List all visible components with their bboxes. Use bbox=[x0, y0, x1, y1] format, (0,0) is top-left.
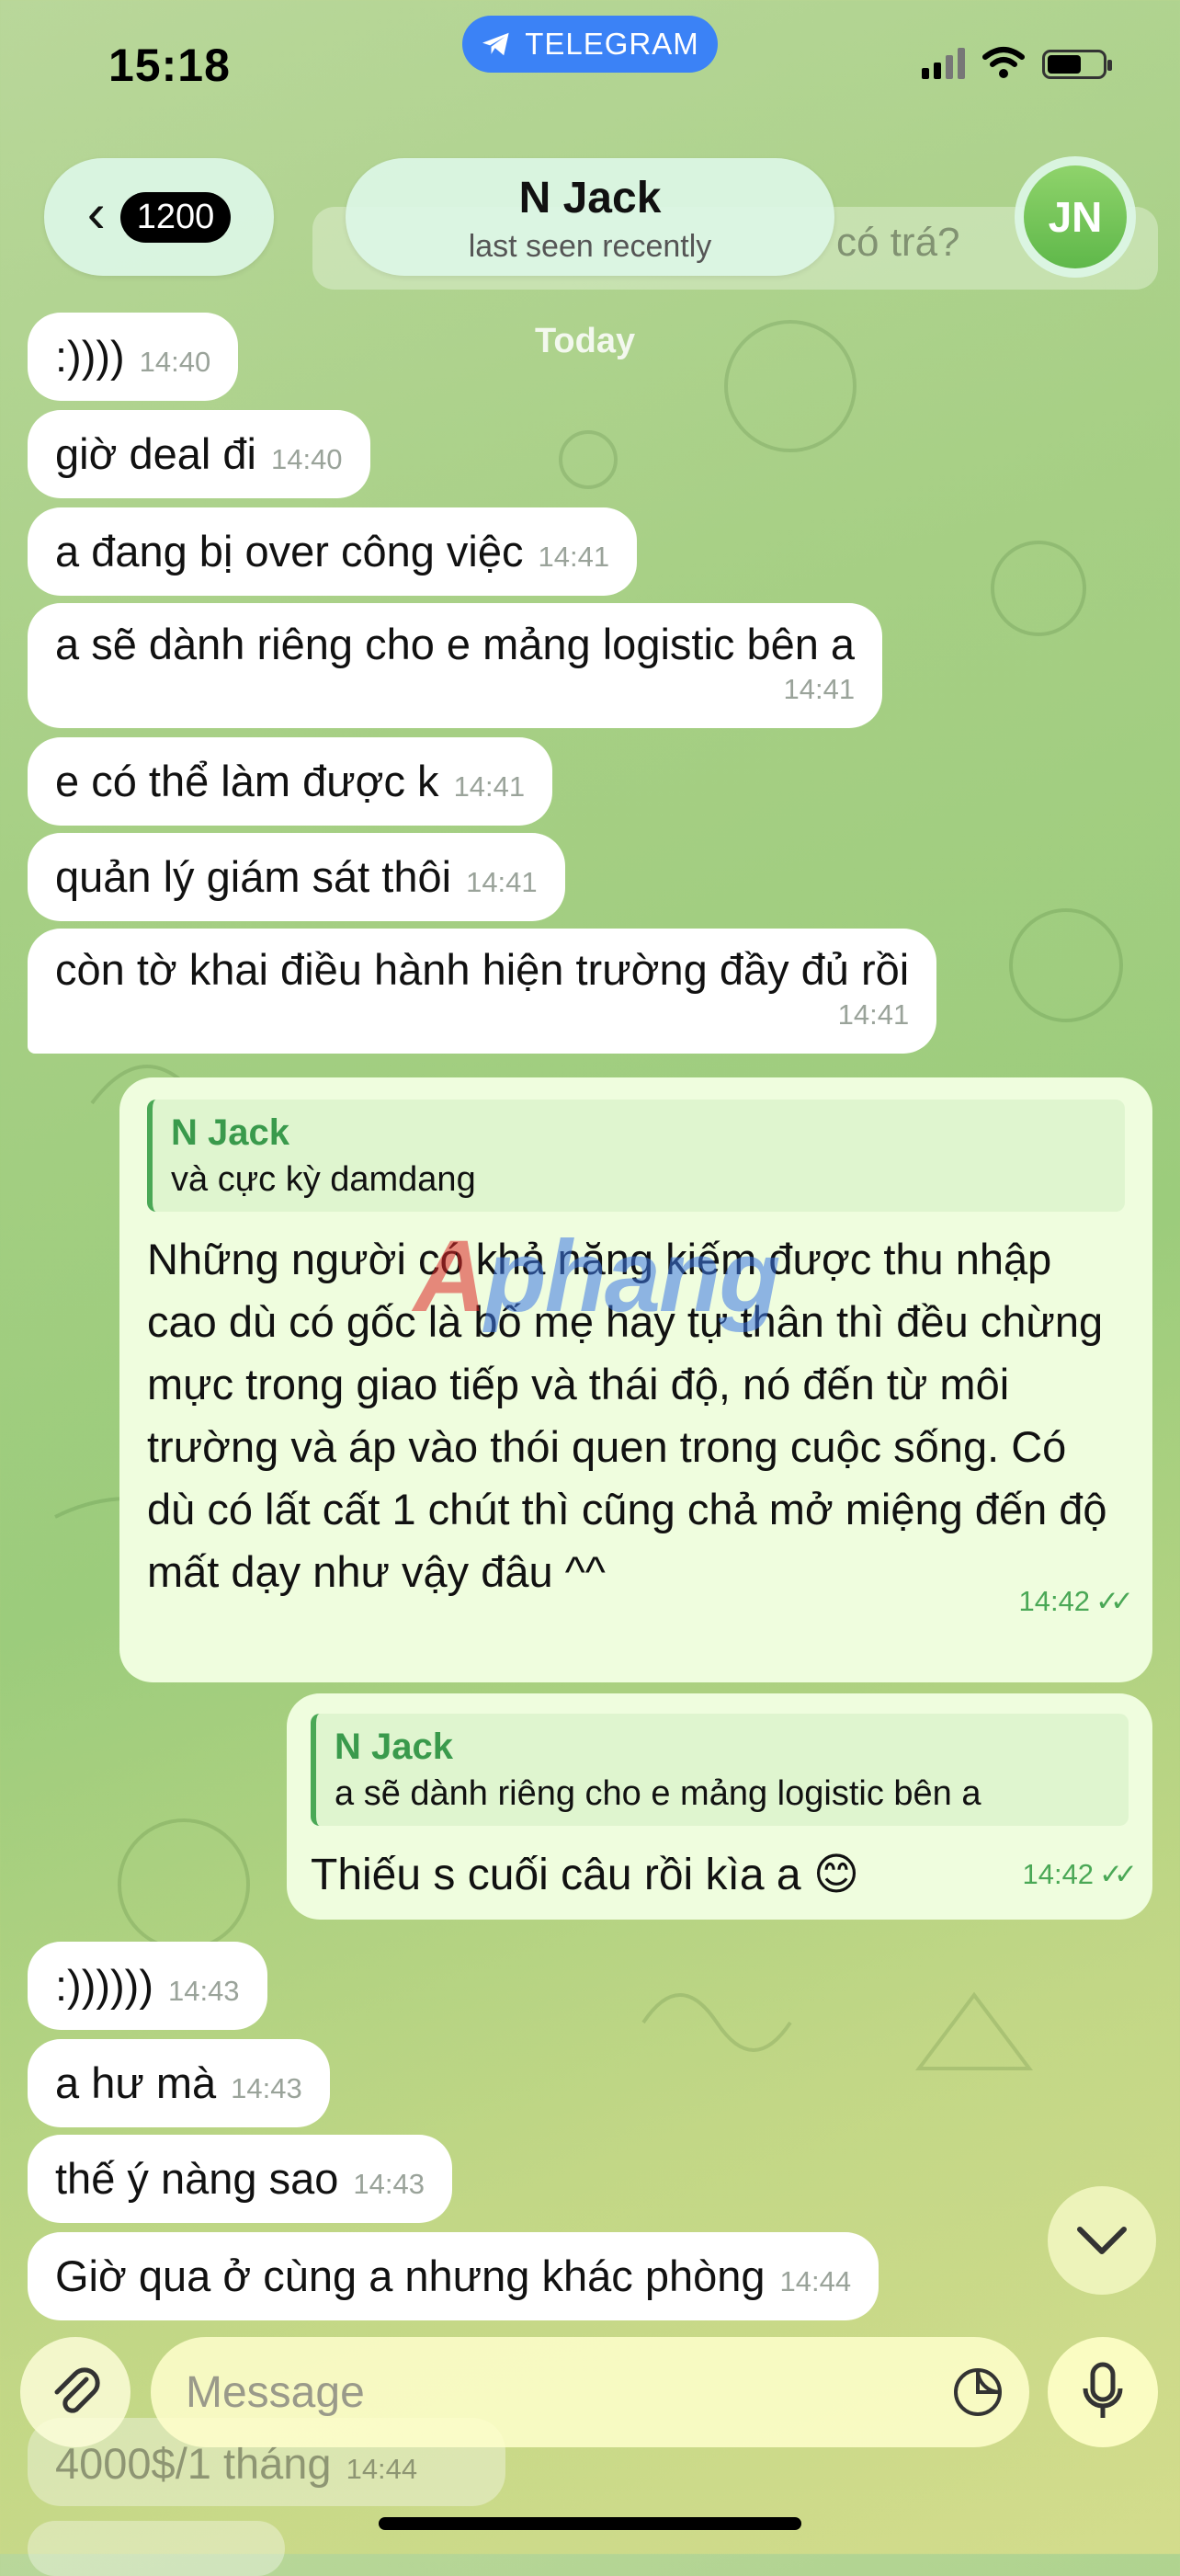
message-input[interactable] bbox=[184, 2365, 904, 2419]
message-bubble-out[interactable]: N Jack a sẽ dành riêng cho e mảng logist… bbox=[287, 1693, 1152, 1920]
message-text: Giờ qua ở cùng a nhưng khác phòng bbox=[55, 2251, 766, 2300]
wifi-icon bbox=[982, 47, 1025, 78]
reply-quote[interactable]: N Jack và cực kỳ damdang bbox=[147, 1100, 1125, 1212]
contact-status: last seen recently bbox=[468, 229, 712, 264]
status-time: 15:18 bbox=[108, 40, 231, 91]
message-bubble-in[interactable]: thế ý nàng sao 14:43 bbox=[28, 2135, 452, 2223]
home-indicator[interactable] bbox=[379, 2517, 801, 2530]
double-check-icon: ✓✓ bbox=[1099, 1858, 1138, 1890]
message-bubble-in[interactable]: a sẽ dành riêng cho e mảng logistic bên … bbox=[28, 603, 883, 728]
message-input-field[interactable] bbox=[151, 2337, 1029, 2447]
message-time: 14:41 bbox=[783, 673, 856, 705]
message-composer bbox=[0, 2317, 1180, 2455]
cellular-signal-icon bbox=[922, 48, 965, 79]
contact-avatar-button[interactable]: JN bbox=[1015, 156, 1136, 278]
message-text: giờ deal đi bbox=[55, 429, 256, 478]
message-text: a đang bị over công việc bbox=[55, 527, 524, 576]
contact-name: N Jack bbox=[518, 174, 662, 222]
double-check-icon: ✓✓ bbox=[1095, 1585, 1134, 1617]
message-text: Thiếu s cuối câu rồi kìa a 😊 bbox=[311, 1851, 859, 1899]
message-bubble-in[interactable]: e có thể làm được k 14:41 bbox=[28, 737, 553, 826]
back-button[interactable]: ‹ 1200 bbox=[44, 158, 274, 276]
reply-author: N Jack bbox=[171, 1112, 289, 1153]
sticker-icon[interactable] bbox=[952, 2366, 1004, 2418]
message-bubble-in[interactable]: còn tờ khai điều hành hiện trường đầy đủ… bbox=[28, 929, 937, 1054]
message-time: 14:41 bbox=[453, 770, 526, 803]
chevron-down-icon bbox=[1077, 2227, 1127, 2254]
message-bubble-in[interactable]: a hư mà 14:43 bbox=[28, 2039, 330, 2127]
message-text: a sẽ dành riêng cho e mảng logistic bên … bbox=[55, 620, 856, 668]
scroll-to-bottom-button[interactable] bbox=[1048, 2186, 1156, 2295]
attach-button[interactable] bbox=[20, 2337, 130, 2447]
reply-text: và cực kỳ damdang bbox=[171, 1160, 476, 1199]
message-text: quản lý giám sát thôi bbox=[55, 852, 452, 901]
message-bubble-in[interactable]: quản lý giám sát thôi 14:41 bbox=[28, 833, 565, 921]
message-text: a hư mà bbox=[55, 2058, 217, 2107]
message-bubble-in[interactable]: giờ deal đi 14:40 bbox=[28, 410, 370, 498]
message-bubble-in[interactable]: :)))))) 14:43 bbox=[28, 1942, 267, 2030]
reply-author: N Jack bbox=[335, 1727, 453, 1767]
microphone-icon bbox=[1083, 2362, 1123, 2418]
message-bubble-in-faded bbox=[28, 2521, 285, 2576]
reply-quote[interactable]: N Jack a sẽ dành riêng cho e mảng logist… bbox=[311, 1714, 1129, 1826]
message-time: 14:41 bbox=[466, 866, 538, 898]
unread-count-badge: 1200 bbox=[119, 191, 232, 243]
message-text: :)))))) bbox=[55, 1961, 153, 2010]
telegram-paper-plane-icon bbox=[482, 32, 509, 56]
system-icons bbox=[922, 46, 1112, 79]
chat-title[interactable]: N Jack last seen recently bbox=[346, 158, 834, 276]
message-time: 14:43 bbox=[167, 1975, 240, 2007]
message-time: 14:41 bbox=[837, 998, 910, 1031]
telegram-pill-label: TELEGRAM bbox=[525, 27, 699, 61]
battery-icon bbox=[1042, 50, 1112, 79]
telegram-pill[interactable]: TELEGRAM bbox=[462, 16, 718, 73]
message-time: 14:44 bbox=[346, 2453, 418, 2485]
message-time: 14:42 bbox=[1022, 1858, 1095, 1890]
message-text: còn tờ khai điều hành hiện trường đầy đủ… bbox=[55, 945, 910, 994]
message-time: 14:43 bbox=[353, 2168, 425, 2200]
message-time: 14:44 bbox=[779, 2265, 852, 2297]
message-text: thế ý nàng sao bbox=[55, 2154, 339, 2203]
paperclip-icon bbox=[54, 2367, 100, 2413]
message-time: 14:43 bbox=[231, 2072, 302, 2104]
message-time: 14:42 bbox=[1018, 1585, 1091, 1617]
reply-text: a sẽ dành riêng cho e mảng logistic bên … bbox=[335, 1774, 981, 1813]
message-bubble-out[interactable]: N Jack và cực kỳ damdang Những người có … bbox=[119, 1077, 1152, 1682]
message-bubble-in[interactable]: :)))) 14:40 bbox=[28, 313, 239, 401]
chevron-left-icon: ‹ bbox=[86, 182, 106, 244]
avatar: JN bbox=[1024, 165, 1127, 268]
microphone-button[interactable] bbox=[1048, 2337, 1158, 2447]
message-time: 14:40 bbox=[139, 346, 211, 378]
watermark-logo: Aphang bbox=[414, 1220, 780, 1333]
message-bubble-in[interactable]: Giờ qua ở cùng a nhưng khác phòng 14:44 bbox=[28, 2232, 879, 2320]
message-time: 14:40 bbox=[270, 443, 343, 475]
date-separator: Today bbox=[535, 322, 636, 360]
message-text: :)))) bbox=[55, 332, 125, 381]
message-time: 14:41 bbox=[538, 541, 610, 573]
status-bar: 15:18 TELEGRAM bbox=[0, 0, 1180, 138]
message-bubble-in[interactable]: a đang bị over công việc 14:41 bbox=[28, 507, 638, 596]
message-text: e có thể làm được k bbox=[55, 757, 439, 805]
pinned-ghost-text: có trá? bbox=[836, 220, 960, 265]
